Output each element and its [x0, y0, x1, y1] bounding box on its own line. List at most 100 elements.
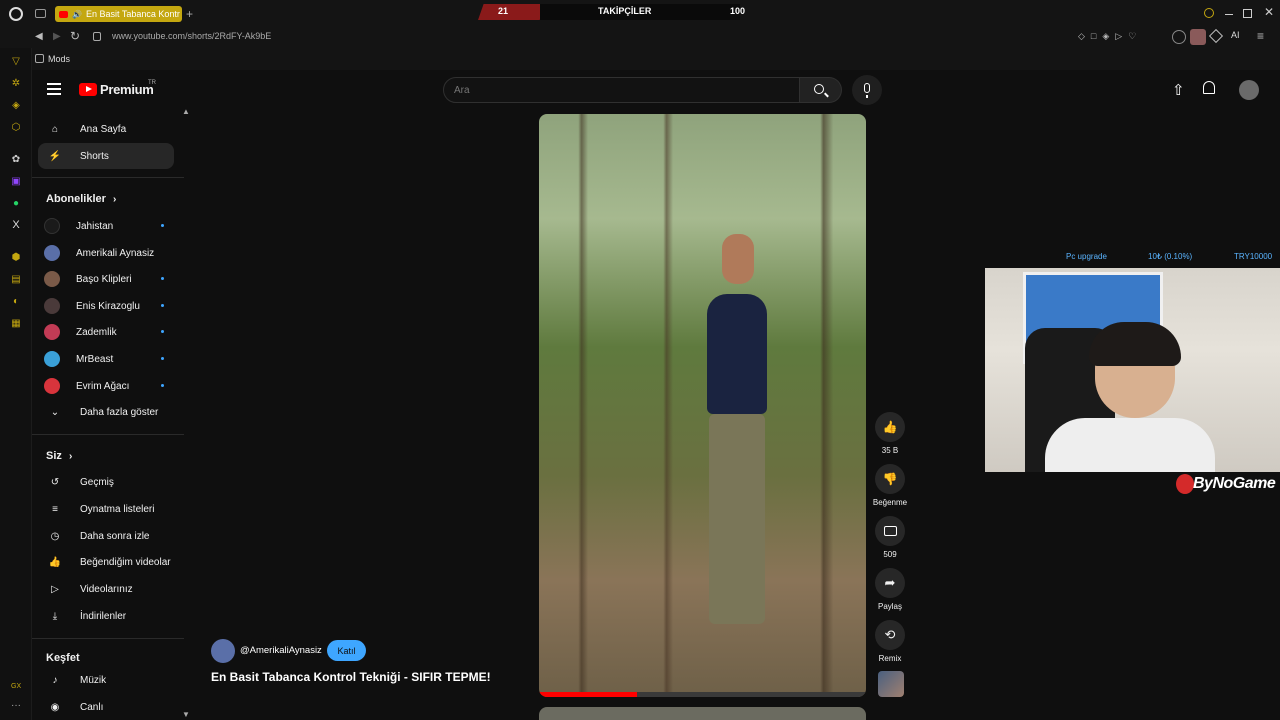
subscription-item[interactable]: Jahistan [38, 213, 174, 239]
menu-icon[interactable]: ≡ [1257, 29, 1264, 43]
chevron-right-icon: › [68, 451, 73, 462]
chatgpt-icon[interactable]: ✿ [9, 152, 23, 166]
minimize-icon[interactable] [1225, 14, 1233, 15]
twitch-icon[interactable]: ▣ [9, 174, 23, 188]
url-field[interactable]: www.youtube.com/shorts/2RdFY-Ak9bE [112, 31, 271, 41]
account-avatar[interactable] [1239, 80, 1259, 100]
sidebar-item-history[interactable]: ↺ Geçmiş [38, 469, 174, 495]
like-button[interactable]: 👍 [875, 412, 905, 442]
sidebar-item-home[interactable]: ⌂ Ana Sayfa [38, 116, 174, 142]
download-icon: ⤓ [52, 610, 58, 622]
video-progress-track[interactable] [539, 692, 866, 697]
sidebar-item-your-videos[interactable]: ▷ Videolarınız [38, 576, 174, 602]
sidebar-item-playlists[interactable]: ≡ Oynatma listeleri [38, 496, 174, 522]
video-icon: ▷ [51, 583, 59, 595]
subscription-item[interactable]: Enis Kirazoglu [38, 293, 174, 319]
dislike-action[interactable]: 👎 Beğenme [873, 464, 907, 507]
whatsapp-icon[interactable]: ● [9, 196, 23, 210]
more-icon[interactable]: ··· [11, 700, 21, 711]
bookmark-mods[interactable]: Mods [48, 54, 70, 64]
search-icon [814, 84, 824, 94]
remix-label: Remix [878, 654, 902, 663]
extension-icons[interactable]: ◇□◈▷♡ [1078, 31, 1142, 42]
subscription-item[interactable]: Başo Klipleri [38, 266, 174, 292]
show-more-label: Daha fazla göster [80, 406, 159, 418]
like-count: 35 B [881, 446, 899, 455]
speaker-icon[interactable]: 🔊 [72, 10, 82, 19]
sidebar-item-music[interactable]: ♪ Müzik [38, 667, 174, 693]
browser-sidebar: ▽ ✲ ◈ ⬡ ✿ ▣ ● X ⬢ ▤ ◐ ▦ GX ··· [0, 48, 32, 720]
channel-avatar[interactable] [211, 639, 235, 663]
search-button[interactable] [800, 77, 842, 103]
subscription-item[interactable]: Zademlik [38, 319, 174, 345]
youtube-logo-icon[interactable] [79, 83, 97, 96]
show-more-button[interactable]: ⌄ Daha fazla göster [38, 399, 174, 425]
browser-tab-active[interactable]: 🔊 En Basit Tabanca Kontr [55, 6, 182, 22]
subscription-item[interactable]: MrBeast [38, 346, 174, 372]
video-progress-fill [539, 692, 638, 697]
like-action[interactable]: 👍 35 B [873, 412, 907, 455]
subscription-item[interactable]: Evrim Ağacı [38, 373, 174, 399]
opera-logo-icon[interactable] [9, 7, 23, 21]
voice-search-button[interactable] [852, 75, 882, 105]
search-tabs-icon[interactable] [1204, 8, 1214, 18]
sidebar-scroll-down-icon[interactable]: ▼ [182, 710, 190, 719]
player-icon[interactable]: ⬡ [9, 120, 23, 134]
gx-corner-icon[interactable]: ✲ [9, 76, 23, 90]
short-title[interactable]: En Basit Tabanca Kontrol Tekniği - SIFIR… [211, 670, 491, 684]
you-heading[interactable]: Siz › [46, 450, 72, 462]
reload-icon[interactable]: ↻ [70, 29, 80, 43]
history-rail-icon[interactable]: ◐ [9, 294, 23, 308]
channel-handle[interactable]: @AmerikaliAynasiz [240, 645, 322, 656]
remix-action[interactable]: ⟲ Remix [873, 620, 907, 663]
comments-action[interactable]: 509 [873, 516, 907, 559]
next-short-preview[interactable] [539, 707, 866, 720]
sidebar-divider [32, 638, 184, 639]
explore-heading: Keşfet [46, 652, 80, 664]
gx-control-icon[interactable]: ▽ [9, 54, 23, 68]
x-icon[interactable]: X [9, 218, 23, 232]
new-tab-icon[interactable]: + [186, 7, 193, 21]
subscription-label: Amerikali Aynasiz [76, 247, 155, 259]
extension-cube-icon[interactable] [1172, 30, 1186, 44]
sidebar-scroll-up-icon[interactable]: ▲ [182, 107, 190, 116]
subscription-item[interactable]: Amerikali Aynasiz [38, 240, 174, 266]
profile-avatar[interactable] [1190, 29, 1206, 45]
close-icon[interactable]: ✕ [1264, 5, 1274, 19]
forward-icon[interactable]: ▶ [53, 31, 61, 42]
short-video-player[interactable] [539, 114, 866, 697]
sidebar-item-liked-videos[interactable]: 👍 Beğendiğim videolar [38, 549, 174, 575]
youtube-logo-text[interactable]: Premium [100, 82, 154, 97]
back-icon[interactable]: ◀ [35, 31, 43, 42]
sidebar-item-live[interactable]: ◉ Canlı [38, 694, 174, 720]
shorts-icon: ⚡ [48, 150, 62, 162]
subscriptions-heading[interactable]: Abonelikler › [46, 193, 116, 205]
share-icon: ➦ [884, 575, 896, 590]
share-action[interactable]: ➦ Paylaş [873, 568, 907, 611]
notifications-bell-icon[interactable] [1203, 81, 1215, 94]
hamburger-menu-icon[interactable] [47, 83, 61, 95]
ai-label[interactable]: AI [1231, 30, 1240, 40]
tab-overview-icon[interactable] [35, 9, 46, 18]
upload-icon[interactable]: ⇧ [1172, 81, 1185, 99]
sidebar-item-downloads[interactable]: ⤓ İndirilenler [38, 603, 174, 629]
sidebar-item-watch-later[interactable]: ◷ Daha sonra izle [38, 523, 174, 549]
sidebar-item-label: Geçmiş [80, 476, 114, 488]
gx-cleaner-icon[interactable]: ◈ [9, 98, 23, 112]
search-box[interactable] [443, 77, 800, 103]
comments-button[interactable] [875, 516, 905, 546]
search-input[interactable] [454, 82, 754, 98]
extensions-icon[interactable]: ⬢ [9, 250, 23, 264]
vpn-icon[interactable] [1208, 28, 1224, 44]
share-button[interactable]: ➦ [875, 568, 905, 598]
remix-button[interactable]: ⟲ [875, 620, 905, 650]
wallet-icon[interactable]: ▤ [9, 272, 23, 286]
sidebar-item-label: Oynatma listeleri [80, 503, 155, 515]
sound-thumbnail[interactable] [878, 671, 904, 697]
sidebar-item-shorts[interactable]: ⚡ Shorts [38, 143, 174, 169]
dislike-button[interactable]: 👎 [875, 464, 905, 494]
maximize-icon[interactable] [1243, 9, 1252, 18]
join-button[interactable]: Katıl [327, 640, 366, 661]
youtube-favicon-icon [59, 10, 68, 18]
settings-rail-icon[interactable]: ▦ [9, 316, 23, 330]
